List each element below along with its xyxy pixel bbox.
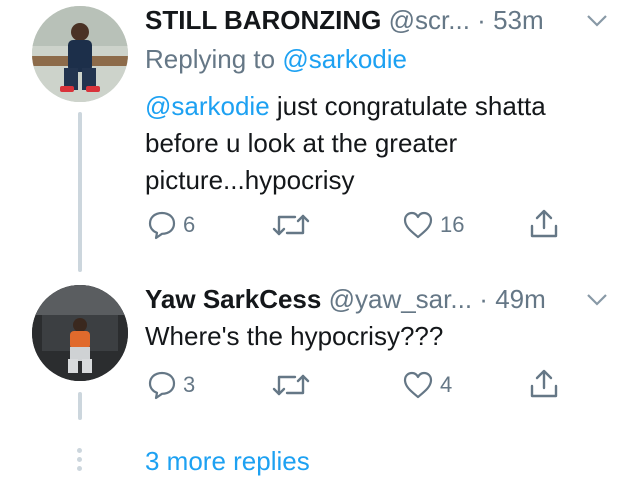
reply-button[interactable]: 3 [147, 370, 195, 400]
replying-to-link[interactable]: @sarkodie [282, 44, 407, 74]
tweet-text: Where's the hypocrisy??? [145, 321, 444, 351]
chevron-down-icon[interactable] [586, 293, 608, 307]
reply-icon [148, 371, 176, 400]
avatar-image [32, 285, 128, 381]
tweet-text-line: picture...hypocrisy [145, 165, 355, 195]
like-icon [403, 211, 433, 239]
timestamp[interactable]: 49m [495, 284, 546, 314]
more-replies-link[interactable]: 3 more replies [145, 445, 310, 477]
avatar-image [32, 6, 128, 102]
like-button[interactable]: 16 [402, 210, 464, 240]
separator: · [479, 284, 488, 314]
like-count: 4 [440, 372, 453, 397]
tweet-header: Yaw SarkCess @yaw_sar... · 49m [145, 283, 546, 315]
replying-prefix: Replying to [145, 44, 276, 74]
retweet-button[interactable] [272, 372, 310, 398]
avatar[interactable] [32, 285, 128, 381]
mention-link[interactable]: @sarkodie [145, 91, 270, 121]
replying-to: Replying to @sarkodie [145, 43, 407, 75]
share-icon [530, 209, 558, 238]
avatar[interactable] [32, 6, 128, 102]
reply-count: 3 [183, 372, 196, 397]
separator: · [477, 5, 486, 35]
tweet-text-line: before u look at the greater [145, 128, 458, 158]
tweet-header: STILL BARONZING @scr... · 53m [145, 4, 544, 36]
thread-line [78, 112, 82, 272]
reply-button[interactable]: 6 [147, 210, 195, 240]
timestamp[interactable]: 53m [493, 5, 544, 35]
chevron-down-icon[interactable] [586, 14, 608, 28]
share-icon [530, 369, 558, 398]
like-icon [403, 371, 433, 399]
thread-line [78, 392, 82, 420]
like-button[interactable]: 4 [402, 370, 452, 400]
tweet-text-line: just congratulate shatta [269, 91, 546, 121]
tweet-text: @sarkodie just congratulate shatta befor… [145, 88, 615, 199]
more-replies-dots [75, 448, 85, 475]
retweet-icon [272, 374, 310, 396]
retweet-button[interactable] [272, 212, 310, 238]
handle[interactable]: @scr... [389, 5, 470, 35]
retweet-icon [272, 214, 310, 236]
share-button[interactable] [528, 368, 560, 400]
reply-count: 6 [183, 212, 196, 237]
reply-icon [148, 211, 176, 240]
handle[interactable]: @yaw_sar... [329, 284, 472, 314]
display-name[interactable]: STILL BARONZING [145, 5, 381, 35]
share-button[interactable] [528, 208, 560, 240]
like-count: 16 [440, 212, 465, 237]
display-name[interactable]: Yaw SarkCess [145, 284, 321, 314]
